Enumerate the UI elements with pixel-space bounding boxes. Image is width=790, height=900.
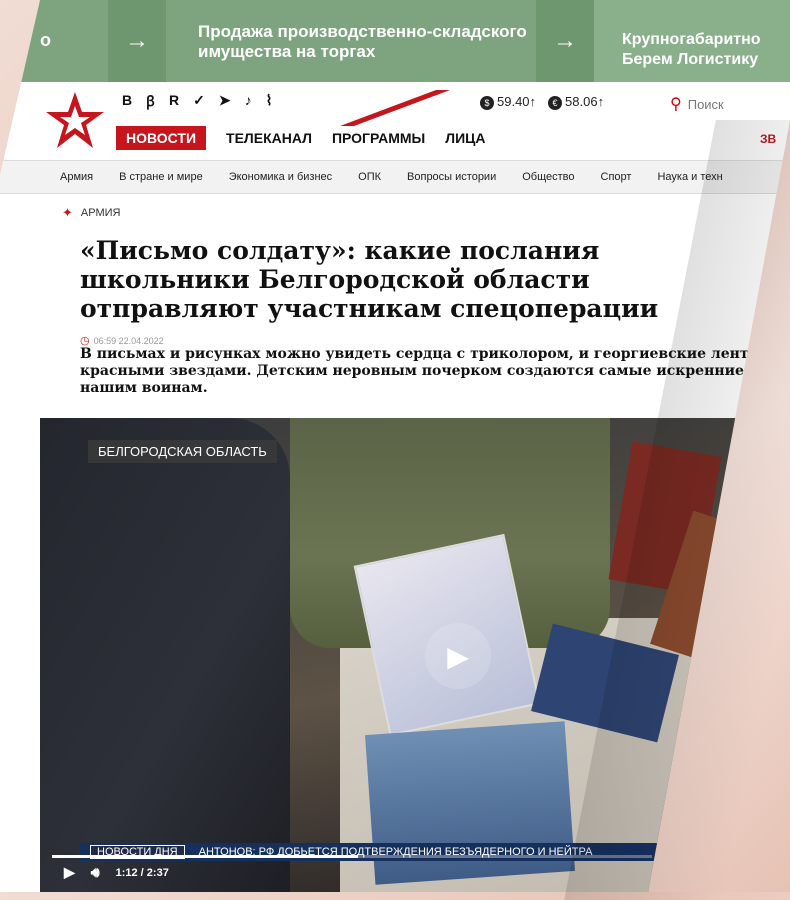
ad-arrow-icon[interactable]: → [108,0,166,82]
category-nav: Армия В стране и мире Экономика и бизнес… [0,160,790,194]
subnav-world[interactable]: В стране и мире [119,171,203,183]
nav-programs[interactable]: ПРОГРАММЫ [332,130,425,146]
ok-icon[interactable]: ꞵ [146,92,155,111]
ad-left-fragment[interactable]: о [0,0,108,82]
article-lead: В письмах и рисунках можно увидеть сердц… [80,346,749,396]
video-progress-bar[interactable] [52,855,652,858]
main-nav: НОВОСТИ ТЕЛЕКАНАЛ ПРОГРАММЫ ЛИЦА [116,126,485,150]
eagle-icon: ✦ [62,205,73,220]
zvezda-star-logo[interactable] [44,90,106,152]
play-button-icon[interactable]: ▶ [64,864,75,881]
search-box[interactable]: ⚲ Поиск [670,94,724,114]
screenshot-sheet: о → Продажа производственно-складского и… [0,0,790,892]
search-input[interactable]: Поиск [688,97,724,112]
subnav-economy[interactable]: Экономика и бизнес [229,171,332,183]
subnav-science[interactable]: Наука и техн [657,171,722,183]
ad-banner-strip: о → Продажа производственно-складского и… [0,0,790,82]
timestamp-text: 06:59 22.04.2022 [93,335,164,346]
eur-value: 58.06↑ [565,94,605,109]
twitter-icon[interactable]: ✓ [193,92,205,111]
subnav-history[interactable]: Вопросы истории [407,171,496,183]
subnav-army[interactable]: Армия [60,171,93,183]
currency-rates: $59.40↑ €58.06↑ [480,94,604,110]
nav-tv-channel[interactable]: ТЕЛЕКАНАЛ [226,130,312,146]
social-links: В ꞵ R ✓ ➤ ♪ ⌇ [122,92,272,111]
breadcrumb[interactable]: ✦ АРМИЯ [62,205,120,221]
article-title: «Письмо солдату»: какие послания школьни… [80,236,659,323]
ad-logistics[interactable]: Крупногабаритно Берем Логистику [594,0,790,82]
category-label[interactable]: АРМИЯ [81,207,121,219]
tiktok-icon[interactable]: ♪ [245,92,252,111]
nav-faces[interactable]: ЛИЦА [445,130,485,146]
video-frame-cadet [40,418,290,892]
rss-icon[interactable]: ⌇ [266,92,273,111]
news-ticker: НОВОСТИ ДНЯ АНТОНОВ: РФ ДОБЬЕТСЯ ПОДТВЕР… [80,843,700,861]
nav-news[interactable]: НОВОСТИ [116,126,207,150]
subnav-opk[interactable]: ОПК [358,171,381,183]
region-caption: БЕЛГОРОДСКАЯ ОБЛАСТЬ [88,440,277,463]
video-time: 1:12 / 2:37 [115,866,169,879]
usd-value: 59.40↑ [497,94,537,109]
telegram-icon[interactable]: ➤ [219,92,231,111]
subnav-sport[interactable]: Спорт [601,171,632,183]
rutube-icon[interactable]: R [169,92,179,111]
eur-rate: €58.06↑ [548,94,604,110]
nav-right-fragment[interactable]: ЗВ [760,132,776,146]
decorative-red-stripe [340,90,450,126]
play-icon[interactable]: ▶ [425,623,491,689]
euro-icon: € [548,96,563,110]
site-header: В ꞵ R ✓ ➤ ♪ ⌇ $59.40↑ €58.06↑ ⚲ Поиск НО… [40,82,790,160]
dollar-icon: $ [480,96,494,110]
ad-property-sale[interactable]: Продажа производственно-складского имуще… [166,0,536,82]
usd-rate: $59.40↑ [480,94,536,110]
video-progress-fill [52,855,358,858]
video-controls: ▶ 🔊︎ 1:12 / 2:37 [64,864,169,881]
search-icon[interactable]: ⚲ [670,94,682,114]
vk-icon[interactable]: В [122,92,132,111]
ad-arrow-icon[interactable]: → [536,0,594,82]
volume-icon[interactable]: 🔊︎ [91,864,100,881]
subnav-society[interactable]: Общество [522,171,574,183]
video-player[interactable]: БЕЛГОРОДСКАЯ ОБЛАСТЬ ▶ НОВОСТИ ДНЯ АНТОН… [40,418,790,892]
